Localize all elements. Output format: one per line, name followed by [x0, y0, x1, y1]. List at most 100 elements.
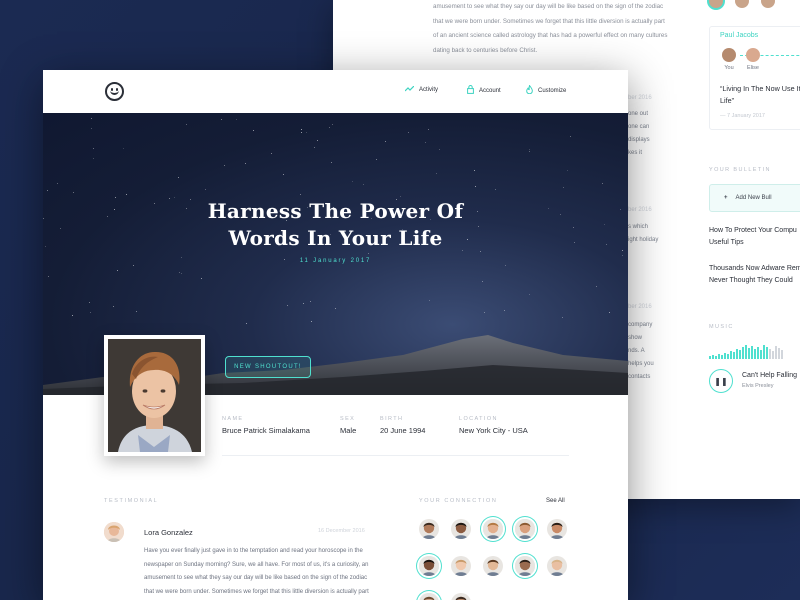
- bulletin-item[interactable]: Never Thought They Could: [709, 275, 800, 288]
- connection-avatar[interactable]: [547, 556, 567, 576]
- card-name[interactable]: Paul Jacobs: [720, 32, 758, 39]
- hero-date: 11 January 2017: [299, 258, 372, 264]
- connection-avatar[interactable]: [419, 519, 439, 539]
- star: [244, 162, 246, 164]
- back-article-text: amusement to see what they say our day w…: [433, 3, 668, 54]
- star: [177, 176, 179, 178]
- star: [330, 162, 332, 164]
- connection-avatar[interactable]: [483, 556, 503, 576]
- person-third: [795, 48, 800, 62]
- star: [399, 195, 401, 197]
- star: [351, 180, 353, 182]
- star: [122, 148, 124, 150]
- bulletin-item[interactable]: Thousands Now Adware Rem: [709, 263, 800, 276]
- person-elise: Elise: [740, 48, 766, 71]
- star: [569, 135, 571, 137]
- waveform-bar: [781, 350, 783, 359]
- field-label: SEX: [340, 416, 356, 422]
- star: [47, 190, 49, 192]
- nav-label: Account: [479, 87, 501, 94]
- card-date: — 7 January 2017: [720, 113, 765, 119]
- song-title: Can't Help Falling: [742, 372, 798, 379]
- connection-avatar[interactable]: [515, 519, 535, 539]
- star: [528, 149, 530, 151]
- star: [88, 301, 90, 303]
- waveform-bar: [739, 350, 741, 359]
- connection-avatar[interactable]: [483, 519, 503, 539]
- see-all-link[interactable]: See All: [546, 498, 565, 504]
- avatar: [722, 48, 736, 62]
- nav-customize[interactable]: Customize: [526, 84, 566, 96]
- back-text-fragment: s which: [628, 224, 649, 230]
- star: [133, 265, 135, 267]
- star: [179, 272, 181, 274]
- star: [376, 159, 378, 161]
- star: [609, 312, 611, 314]
- star: [429, 218, 431, 220]
- conversation-card[interactable]: Paul Jacobs You Elise “Living In The Now…: [709, 26, 800, 130]
- star: [622, 254, 624, 256]
- star: [113, 208, 115, 210]
- avatar[interactable]: [104, 522, 124, 542]
- nav-account[interactable]: Account: [467, 85, 501, 96]
- star: [236, 118, 238, 120]
- new-shoutout-button[interactable]: NEW SHOUTOUT!: [225, 356, 311, 378]
- fire-icon: [526, 84, 533, 96]
- star: [313, 146, 315, 148]
- waveform-bar: [718, 354, 720, 359]
- waveform-bar: [778, 348, 780, 359]
- nav-activity[interactable]: Activity: [404, 85, 438, 94]
- star: [561, 316, 563, 318]
- connection-avatar[interactable]: [419, 593, 439, 600]
- pause-icon[interactable]: ❚❚: [709, 369, 733, 393]
- star: [270, 152, 272, 154]
- hero-title-line: Harness The Power Of: [207, 199, 464, 223]
- testimonial-label: TESTIMONIAL: [104, 498, 159, 504]
- add-bulletin-button[interactable]: + Add New Bull: [709, 184, 800, 212]
- add-bulletin-label: Add New Bull: [735, 195, 772, 201]
- star: [503, 309, 505, 311]
- avatar[interactable]: [735, 0, 749, 8]
- connection-avatar[interactable]: [419, 556, 439, 576]
- star: [605, 243, 607, 245]
- field-value: New York City - USA: [459, 426, 528, 435]
- star: [72, 314, 74, 316]
- back-text-fragment: displays: [628, 137, 650, 143]
- star: [300, 129, 302, 131]
- waveform-bar: [769, 349, 771, 359]
- waveform-bar: [775, 346, 777, 359]
- right-sidebar: Paul Jacobs You Elise “Living In The Now…: [709, 0, 800, 499]
- connection-avatar[interactable]: [451, 556, 471, 576]
- waveform-bar: [745, 345, 747, 359]
- star: [301, 132, 303, 134]
- music-waveform[interactable]: [709, 343, 783, 359]
- avatar: [746, 48, 760, 62]
- person-label: You: [724, 65, 734, 71]
- waveform-bar: [727, 354, 729, 359]
- star: [619, 208, 621, 210]
- star: [482, 281, 484, 283]
- testimonial-author[interactable]: Lora Gonzalez: [144, 528, 193, 537]
- avatar[interactable]: [709, 0, 723, 8]
- star: [220, 119, 222, 121]
- profile-photo[interactable]: [104, 335, 205, 456]
- waveform-bar: [772, 351, 774, 359]
- waveform-bar: [757, 347, 759, 359]
- avatar[interactable]: [761, 0, 775, 8]
- star: [601, 182, 603, 184]
- waveform-bar: [709, 356, 711, 359]
- bulletin-item[interactable]: How To Protect Your Compu: [709, 225, 800, 238]
- star: [438, 149, 440, 151]
- connection-avatar[interactable]: [451, 593, 471, 600]
- star: [136, 310, 138, 312]
- connection-avatar[interactable]: [451, 519, 471, 539]
- bulletin-item[interactable]: Useful Tips: [709, 237, 800, 250]
- smiley-logo-icon[interactable]: [105, 82, 124, 101]
- hero-title-line: Words In Your Life: [228, 226, 443, 250]
- profile-page: Activity Account Customize Harness The P…: [43, 70, 628, 600]
- back-text-fragment: ight holiday: [628, 237, 659, 243]
- back-text-fragment: contacts: [628, 374, 651, 380]
- connection-avatar[interactable]: [515, 556, 535, 576]
- connection-avatar[interactable]: [547, 519, 567, 539]
- field-label: BIRTH: [380, 416, 404, 422]
